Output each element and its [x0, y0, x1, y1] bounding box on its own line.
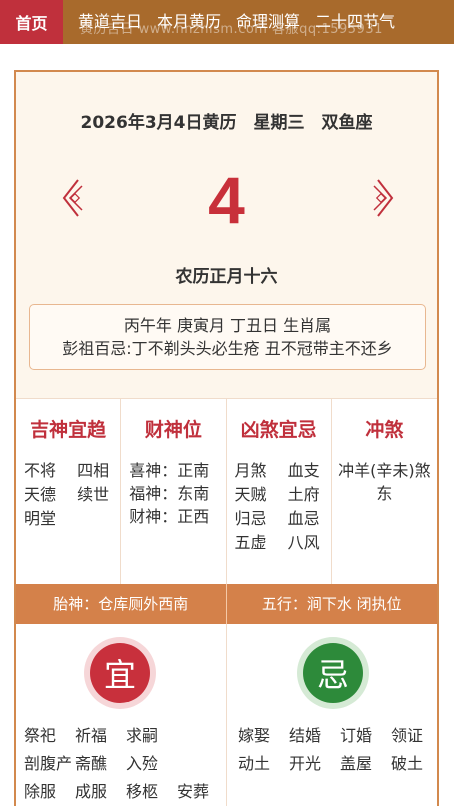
ji-item: 动土 [238, 754, 271, 773]
yi-section: 宜 祭祀 祈福 求嗣 剖腹产 斋醮 入殓 除服 成服 移柩 安葬 [16, 624, 227, 806]
yi-item [177, 724, 228, 748]
yi-item: 入殓 [126, 754, 159, 773]
pengzu-text: 彭祖百忌:丁不剃头头必生疮 丑不冠带主不还乡 [62, 339, 393, 358]
ji-item: 破土 [391, 754, 424, 773]
lunar-date: 农历正月十六 [175, 267, 278, 287]
yi-item: 移柩 [126, 782, 159, 801]
chongsha-column: 冲煞 冲羊(辛未)煞东 [332, 399, 437, 585]
yi-item: 祈福 [75, 726, 108, 745]
jishen-item: 不将 [24, 461, 57, 480]
yi-list: 祭祀 祈福 求嗣 剖腹产 斋醮 入殓 除服 成服 移柩 安葬 [24, 724, 226, 804]
date-panel: 2026年3月4日黄历 星期三 双鱼座 4 农历正月十六 丙午年 庚寅月 丁丑日… [16, 72, 437, 398]
xiongsha-column: 凶煞宜忌 月煞 血支 天贼 土府 归忌 血忌 五虚 八风 [227, 399, 332, 585]
xiongsha-item: 血支 [287, 461, 320, 480]
info-bar: 胎神：仓库厕外西南 五行：涧下水 闭执位 [16, 584, 437, 624]
date-line: 2026年3月4日黄历 星期三 双鱼座 [80, 113, 373, 133]
jishen-item: 天德 [24, 485, 57, 504]
ji-badge: 忌 [297, 637, 369, 709]
ji-list: 嫁娶 结婚 订婚 领证 动土 开光 盖屋 破土 [238, 724, 437, 776]
ji-item: 嫁娶 [238, 726, 271, 745]
nav-home[interactable]: 首页 [0, 0, 63, 44]
jishen-title: 吉神宜趋 [30, 419, 107, 441]
ji-item: 结婚 [289, 726, 322, 745]
yi-item: 斋醮 [75, 754, 108, 773]
yi-item: 除服 [24, 782, 57, 801]
xiongsha-item: 归忌 [234, 509, 267, 528]
caishen-title: 财神位 [144, 419, 202, 441]
jishen-item: 明堂 [24, 509, 57, 528]
xiongsha-item: 月煞 [234, 461, 267, 480]
yi-item [177, 752, 228, 776]
ji-item: 领证 [391, 726, 424, 745]
yi-item: 剖腹产 [24, 754, 73, 773]
chongsha-text: 冲羊(辛未)煞东 [338, 461, 431, 503]
ji-item: 开光 [289, 754, 322, 773]
ganzhi-text: 丙午年 庚寅月 丁丑日 生肖属 [123, 316, 332, 335]
ganzhi-box: 丙午年 庚寅月 丁丑日 生肖属 彭祖百忌:丁不剃头头必生疮 丑不冠带主不还乡 [29, 304, 426, 370]
ji-item: 盖屋 [340, 754, 373, 773]
yi-item: 祭祀 [24, 726, 57, 745]
xiongsha-item: 八风 [287, 533, 320, 552]
chevron-right-icon[interactable] [372, 176, 398, 220]
yi-badge-label: 宜 [90, 643, 150, 703]
xiongsha-item: 五虚 [234, 533, 267, 552]
caishen-item: 喜神：正南 [129, 461, 210, 480]
xiongsha-item: 血忌 [287, 509, 320, 528]
jishen-item: 四相 [77, 461, 110, 480]
deity-grid: 吉神宜趋 不将 四相 天德 续世 明堂 财神位 喜神：正南 福神：东南 财神：正… [16, 398, 437, 585]
caishen-column: 财神位 喜神：正南 福神：东南 财神：正西 [121, 399, 227, 585]
yi-item: 成服 [75, 782, 108, 801]
jishen-column: 吉神宜趋 不将 四相 天德 续世 明堂 [16, 399, 122, 585]
chongsha-title: 冲煞 [365, 419, 404, 441]
top-nav: 首页 黄道吉日 本月黄历 命理测算 二十四节气 黄历吉日 www.hnznlsm… [0, 0, 454, 44]
xiongsha-item: 天贼 [234, 485, 267, 504]
yi-badge: 宜 [84, 637, 156, 709]
wuxing-text: 五行：涧下水 闭执位 [261, 595, 402, 613]
ji-badge-label: 忌 [303, 643, 363, 703]
almanac-card: 2026年3月4日黄历 星期三 双鱼座 4 农历正月十六 丙午年 庚寅月 丁丑日… [14, 70, 439, 806]
watermark: 黄历吉日 www.hnznlsm.com 客服qq:1595931 [80, 22, 383, 37]
yi-item: 求嗣 [126, 726, 159, 745]
yi-ji-panel: 宜 祭祀 祈福 求嗣 剖腹产 斋醮 入殓 除服 成服 移柩 安葬 忌 嫁娶 结婚… [16, 624, 437, 806]
ji-item: 订婚 [340, 726, 373, 745]
caishen-item: 财神：正西 [129, 507, 210, 526]
jishen-item: 续世 [77, 485, 110, 504]
xiongsha-item: 土府 [287, 485, 320, 504]
xiongsha-title: 凶煞宜忌 [240, 419, 317, 441]
taishen-text: 胎神：仓库厕外西南 [16, 584, 227, 624]
yi-item: 安葬 [177, 782, 210, 801]
caishen-item: 福神：东南 [129, 484, 210, 503]
